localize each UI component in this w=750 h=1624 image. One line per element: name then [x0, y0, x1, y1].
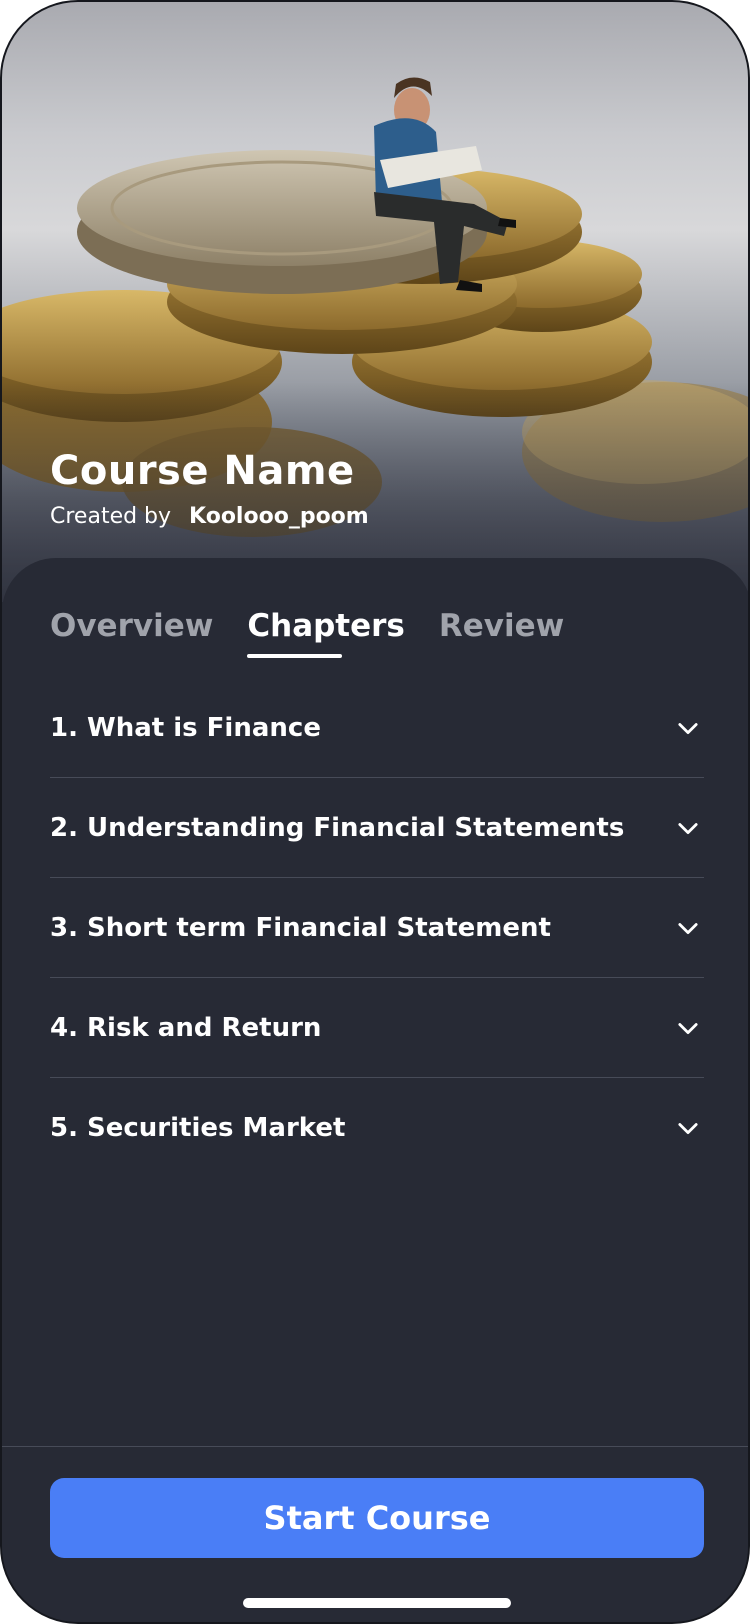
tab-chapters[interactable]: Chapters	[247, 608, 405, 658]
chevron-down-icon[interactable]	[674, 1014, 702, 1042]
chapter-title: 1. What is Finance	[50, 712, 321, 743]
chevron-down-icon[interactable]	[674, 814, 702, 842]
course-content-sheet: Overview Chapters Review 1. What is Fina…	[2, 558, 748, 1622]
tab-review[interactable]: Review	[439, 608, 564, 658]
tab-overview[interactable]: Overview	[50, 608, 213, 658]
chapter-title: 4. Risk and Return	[50, 1012, 322, 1043]
footer-divider	[2, 1446, 748, 1447]
created-by-label: Created by	[50, 504, 172, 529]
chapter-title: 5. Securities Market	[50, 1113, 346, 1143]
chapter-title: 2. Understanding Financial Statements	[50, 812, 625, 843]
chapter-item-1[interactable]: 1. What is Finance	[50, 678, 704, 778]
chapter-item-5[interactable]: 5. Securities Market	[50, 1078, 704, 1178]
chevron-down-icon[interactable]	[674, 1114, 702, 1142]
phone-screen: Course Name Created by Koolooo_poom Over…	[0, 0, 750, 1624]
home-indicator[interactable]	[243, 1598, 511, 1608]
chapter-item-3[interactable]: 3. Short term Financial Statement	[50, 878, 704, 978]
author-name[interactable]: Koolooo_poom	[189, 504, 369, 529]
chapter-item-4[interactable]: 4. Risk and Return	[50, 978, 704, 1078]
chapter-title: 3. Short term Financial Statement	[50, 912, 551, 943]
course-author-row: Created by Koolooo_poom	[50, 504, 369, 529]
chapter-list: 1. What is Finance 2. Understanding Fina…	[50, 678, 704, 1178]
course-tabs: Overview Chapters Review	[50, 608, 564, 658]
course-hero-image: Course Name Created by Koolooo_poom	[2, 2, 748, 602]
course-title: Course Name	[50, 448, 355, 494]
chapter-item-2[interactable]: 2. Understanding Financial Statements	[50, 778, 704, 878]
chevron-down-icon[interactable]	[674, 914, 702, 942]
start-course-button[interactable]: Start Course	[50, 1478, 704, 1558]
chevron-down-icon[interactable]	[674, 714, 702, 742]
